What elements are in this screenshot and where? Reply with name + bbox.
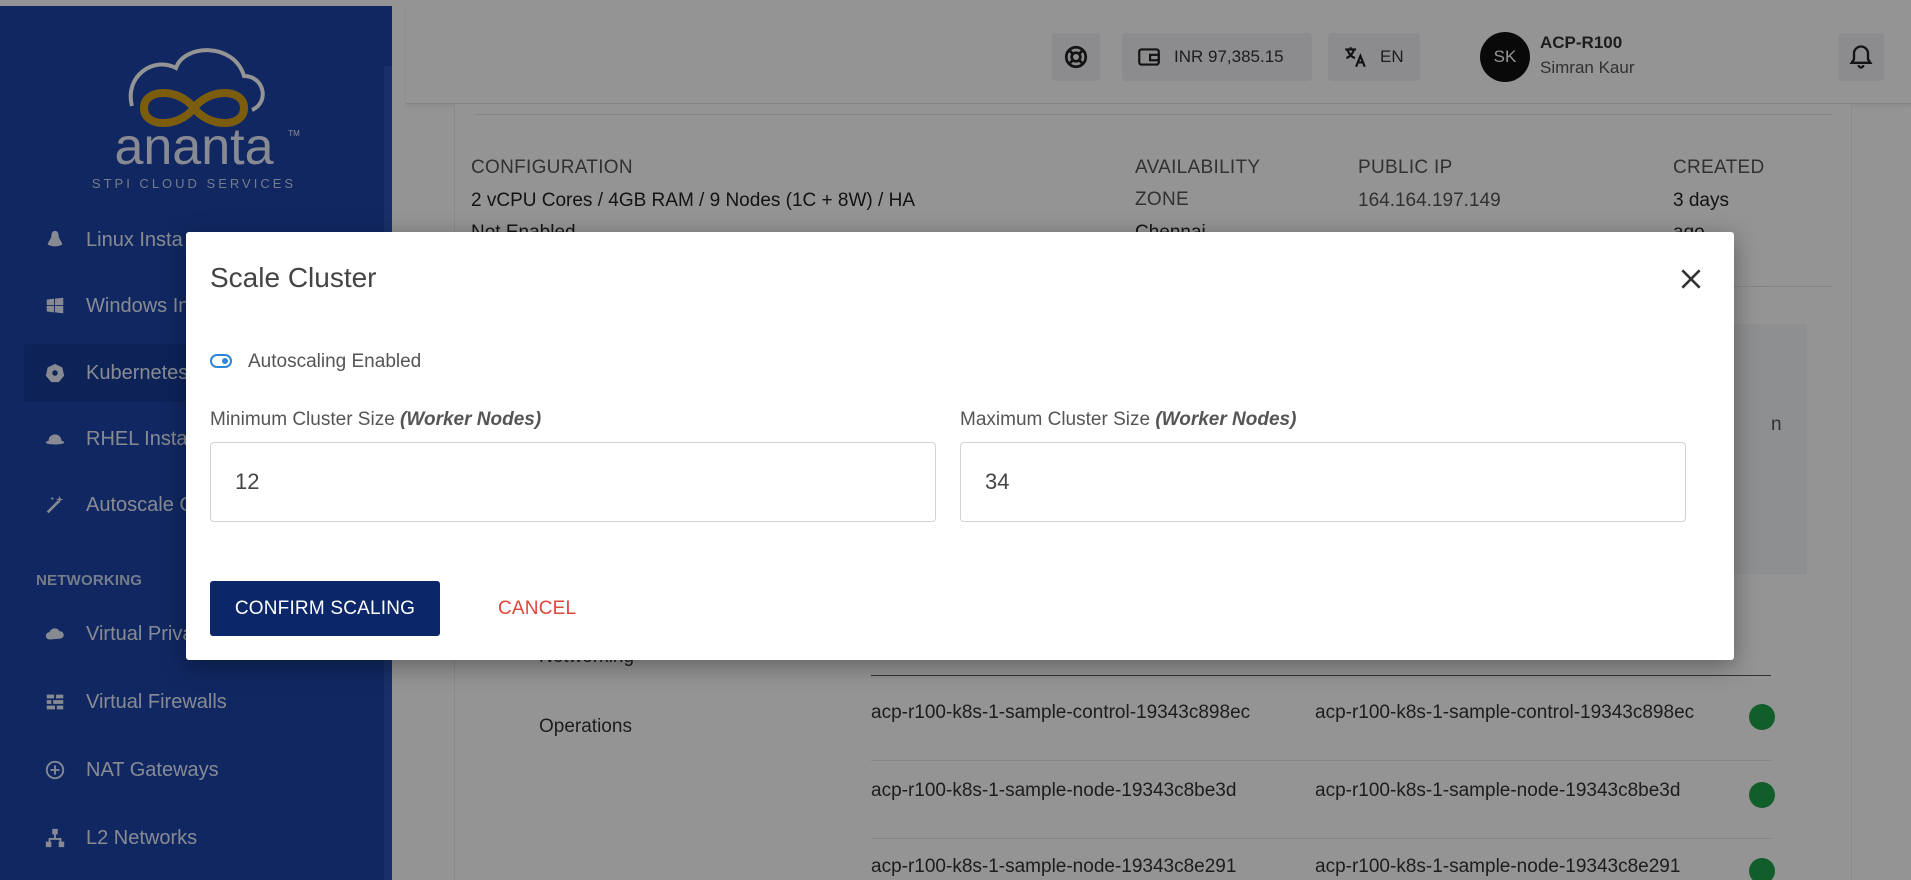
toggle-knob [222,358,228,364]
cancel-button[interactable]: CANCEL [488,581,586,636]
max-label-suffix: (Worker Nodes) [1155,409,1297,430]
confirm-scaling-button[interactable]: CONFIRM SCALING [210,581,440,636]
max-cluster-size-input[interactable] [960,442,1686,522]
max-cluster-size-label: Maximum Cluster Size (Worker Nodes) [960,409,1296,431]
max-label-text: Maximum Cluster Size [960,409,1151,430]
min-cluster-size-label: Minimum Cluster Size (Worker Nodes) [210,409,541,431]
close-icon [1681,269,1701,289]
scale-cluster-dialog: Scale Cluster Autoscaling Enabled Minimu… [186,232,1734,660]
min-label-suffix: (Worker Nodes) [400,409,542,430]
min-label-text: Minimum Cluster Size [210,409,395,430]
min-cluster-size-input[interactable] [210,442,936,522]
dialog-title: Scale Cluster [210,262,377,293]
autoscaling-label: Autoscaling Enabled [248,351,422,372]
close-button[interactable] [1676,264,1706,294]
autoscaling-toggle[interactable] [210,354,232,368]
